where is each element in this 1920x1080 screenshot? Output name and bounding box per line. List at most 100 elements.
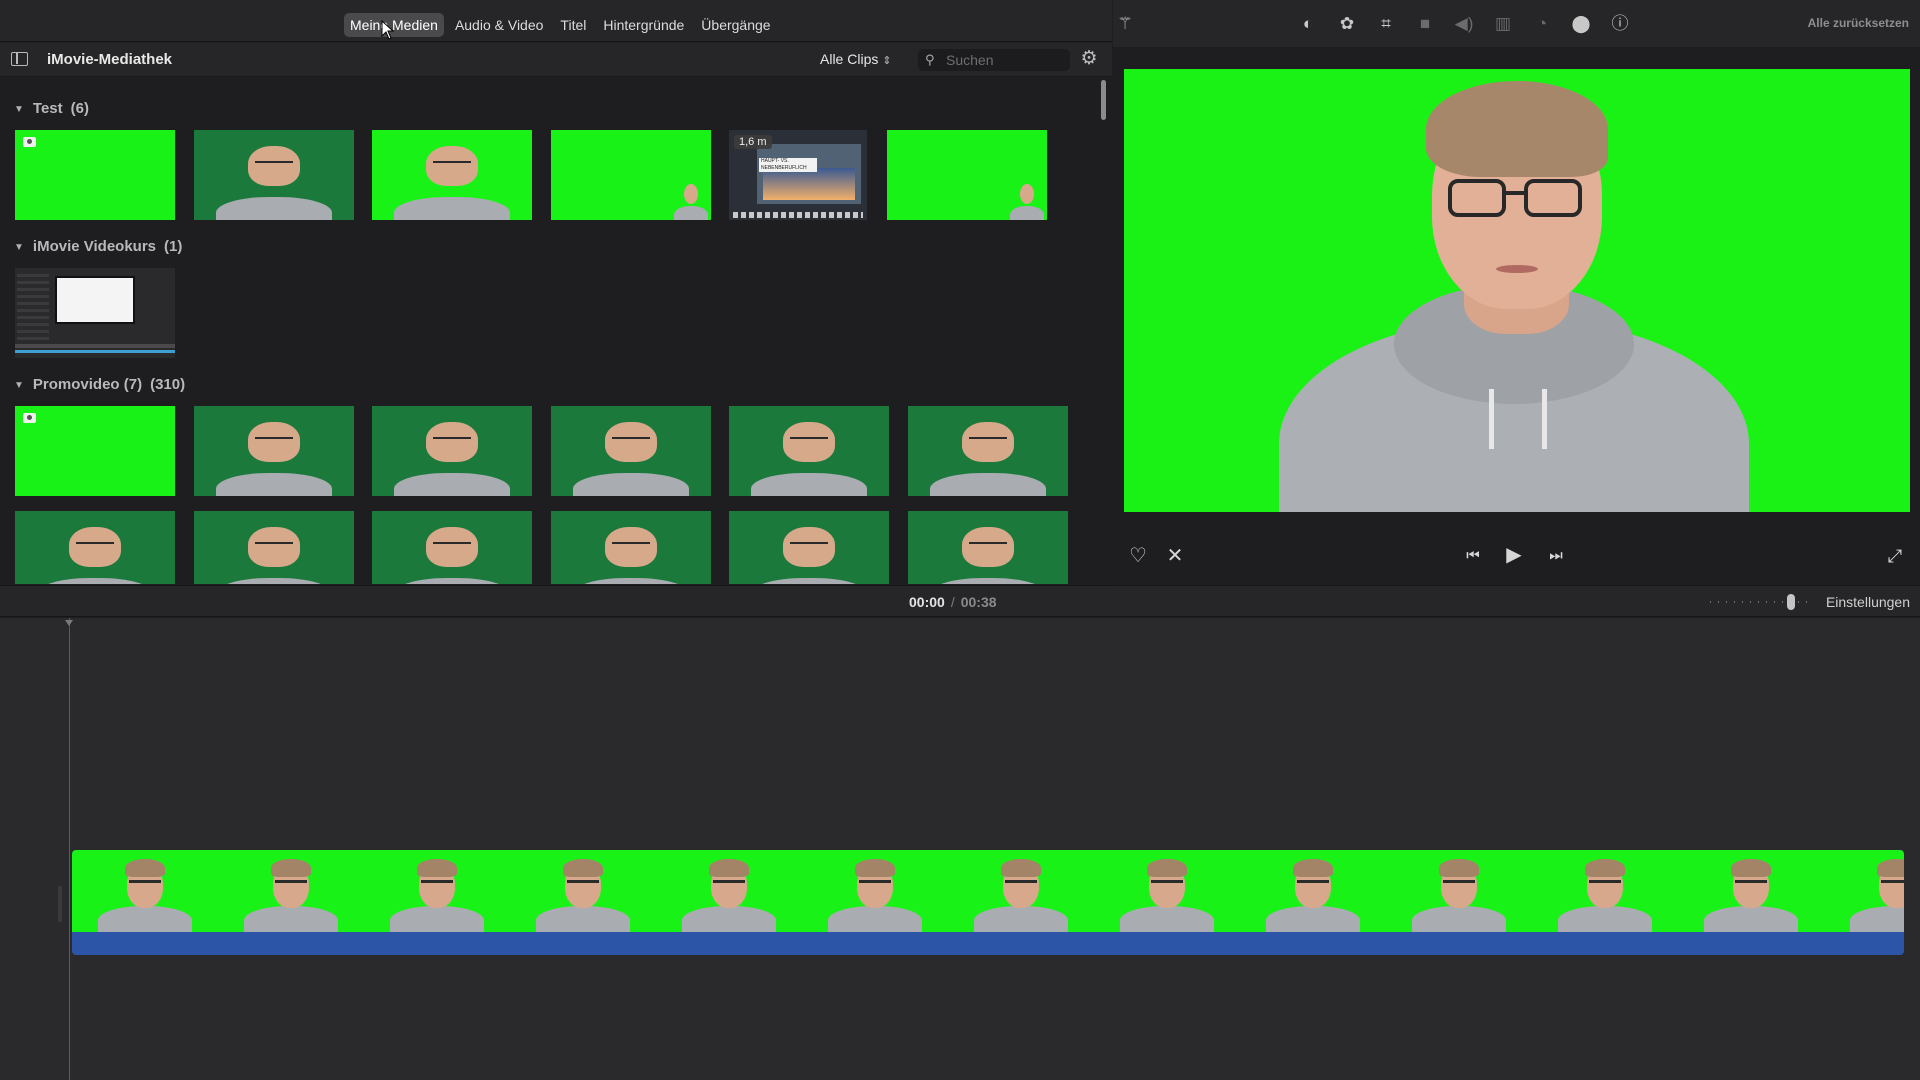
mouse-cursor [381,20,395,40]
noise-reduction-icon[interactable]: ▥ [1493,14,1513,34]
filmstrip-frame [948,850,1094,936]
disclosure-triangle-icon[interactable]: ▼ [14,104,24,115]
library-scrollbar[interactable] [1101,80,1106,120]
clip-thumbnail-screenshot[interactable]: HAUPT- VS. NEBENBERUFLICH 1,6 m [729,130,867,220]
clip-thumbnail[interactable] [551,406,711,496]
photo-icon [23,137,36,147]
clip-thumbnail[interactable] [15,130,175,220]
skip-back-icon[interactable]: ⏮ [1461,545,1485,567]
filmstrip-frame [656,850,802,936]
clip-thumbnail[interactable] [372,130,532,220]
filmstrip-frame [1532,850,1678,936]
photo-icon [23,413,36,423]
volume-icon[interactable]: ◀) [1454,14,1474,34]
viewer: ♡ ✕ ⏮ ▶ ⏭ ⤢ [1113,47,1920,585]
heart-icon[interactable]: ♡ [1126,545,1150,567]
clip-thumbnail[interactable] [908,406,1068,496]
magic-wand-icon[interactable]: ⚚ [1115,14,1135,34]
timecode-separator: / [950,594,955,610]
media-tabs: Meine Medien Audio & Video Titel Hinterg… [344,13,777,37]
event-header-imovie-videokurs[interactable]: ▼ iMovie Videokurs (1) [14,238,182,255]
duration-badge: 1,6 m [734,135,772,149]
chevron-updown-icon: ⇕ [882,55,892,67]
clip-video-filmstrip[interactable] [72,850,1904,936]
clip-filter-select[interactable]: Alle Clips ⇕ [820,51,892,67]
skip-forward-icon[interactable]: ⏭ [1544,545,1568,567]
event-count: (1) [164,238,183,255]
event-name: Test [32,100,63,117]
playhead-marker-icon[interactable] [65,620,73,626]
gear-icon[interactable]: ⚙ [1078,48,1100,70]
clip-thumbnail[interactable] [551,130,711,220]
disclosure-triangle-icon[interactable]: ▼ [14,242,24,253]
thumbnail-caption: HAUPT- VS. NEBENBERUFLICH [759,158,817,172]
search-field[interactable]: ⚲ [918,49,1070,71]
clip-audio-waveform[interactable] [72,932,1904,955]
clip-thumbnail[interactable] [194,130,354,220]
playhead[interactable] [69,618,70,1080]
clip-thumbnail[interactable] [194,406,354,496]
disclosure-triangle-icon[interactable]: ▼ [14,380,24,391]
current-time: 00:00 [909,594,945,610]
fullscreen-icon[interactable]: ⤢ [1883,545,1907,567]
filmstrip-frame [364,850,510,936]
clip-filter-icon[interactable]: ⬤ [1571,14,1591,34]
event-header-test[interactable]: ▼ Test (6) [14,100,89,117]
clip-thumbnail[interactable] [887,130,1047,220]
total-time: 00:38 [960,594,997,610]
media-library[interactable]: ▼ Test (6) HAUPT- VS. NEBENBERUFLICH 1,6 m… [0,78,1112,584]
filmstrip-frame [1678,850,1824,936]
tab-titles[interactable]: Titel [554,13,592,37]
event-count: (6) [70,100,89,117]
timeline-zoom-slider[interactable] [1710,601,1810,603]
clip-handle[interactable] [58,886,62,922]
filmstrip-frame [1240,850,1386,936]
timecode-bar: 00:00 / 00:38 Einstellungen [0,585,1920,617]
color-balance-icon[interactable]: ◐ [1298,14,1318,34]
clip-thumbnail[interactable] [551,511,711,584]
crop-icon[interactable]: ⌗ [1376,14,1396,34]
event-name: Promovideo (7) [32,376,143,393]
filmstrip-frame [218,850,364,936]
search-input[interactable] [946,51,1062,69]
event-name: iMovie Videokurs [32,238,157,255]
zoom-slider-knob[interactable] [1787,594,1795,610]
search-icon: ⚲ [925,52,935,67]
filmstrip-frame [1824,850,1904,936]
tab-transitions[interactable]: Übergänge [695,13,776,37]
color-correction-icon[interactable]: ✿ [1337,14,1357,34]
video-preview[interactable] [1124,69,1910,512]
clip-thumbnail[interactable] [908,511,1068,584]
clip-thumbnail[interactable] [15,406,175,496]
stabilization-icon[interactable]: ■ [1415,14,1435,34]
library-header: iMovie-Mediathek Alle Clips⇕ ⚲ ⚙ [0,43,1112,77]
timeline-clip[interactable] [72,850,1904,955]
filmstrip-frame [1094,850,1240,936]
adjustments-toolbar: ⚚ ◐ ✿ ⌗ ■ ◀) ▥ ◔ ⬤ ⓘ Alle zurücksetzen [1113,0,1920,47]
timecode: 00:00 / 00:38 [909,594,997,610]
sidebar-toggle-icon[interactable] [11,52,28,66]
reject-icon[interactable]: ✕ [1163,545,1187,567]
clip-filter-label: Alle Clips [820,51,879,67]
settings-button[interactable]: Einstellungen [1826,594,1910,610]
info-icon[interactable]: ⓘ [1610,14,1630,34]
clip-thumbnail[interactable] [372,511,532,584]
event-count: (310) [150,376,186,393]
clip-thumbnail[interactable] [729,406,889,496]
event-header-promovideo[interactable]: ▼ Promovideo (7) (310) [14,376,185,393]
clip-thumbnail[interactable] [194,511,354,584]
play-icon[interactable]: ▶ [1501,544,1527,566]
reset-all-button[interactable]: Alle zurücksetzen [1808,16,1909,30]
tab-audio-video[interactable]: Audio & Video [449,13,549,37]
filmstrip-frame [510,850,656,936]
timeline[interactable] [0,618,1920,1080]
tab-backgrounds[interactable]: Hintergründe [597,13,690,37]
clip-thumbnail[interactable] [15,511,175,584]
speed-icon[interactable]: ◔ [1532,14,1552,34]
clip-thumbnail[interactable] [372,406,532,496]
clip-thumbnail[interactable] [15,268,175,358]
filmstrip-frame [1386,850,1532,936]
clip-thumbnail[interactable] [729,511,889,584]
filmstrip-frame [802,850,948,936]
media-browser-tab-bar: Meine Medien Audio & Video Titel Hinterg… [0,0,1112,42]
